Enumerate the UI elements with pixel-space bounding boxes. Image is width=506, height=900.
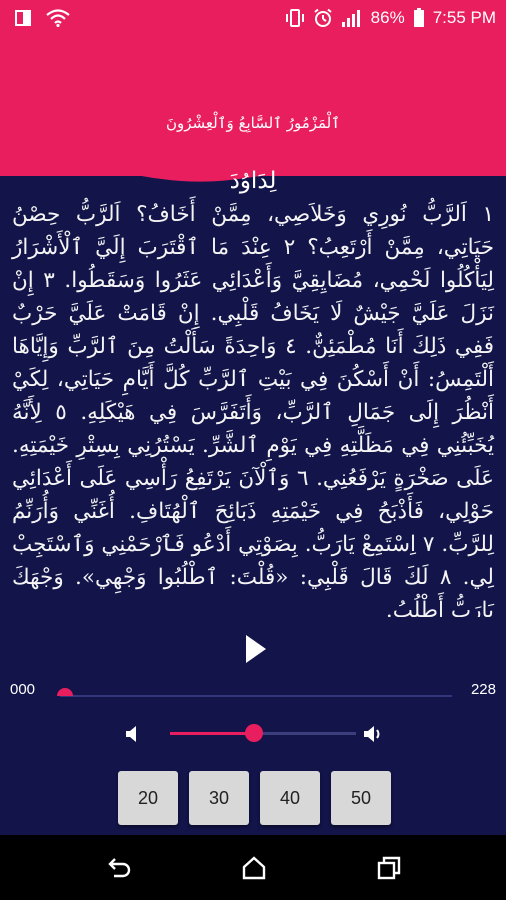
wifi-icon	[46, 9, 70, 27]
home-icon	[242, 856, 266, 880]
current-time: 000	[10, 681, 36, 698]
battery-icon	[413, 8, 425, 28]
seek-bar-track[interactable]	[60, 695, 452, 697]
alarm-icon	[313, 8, 333, 28]
volume-up-button[interactable]	[362, 724, 384, 744]
home-button[interactable]	[241, 855, 267, 881]
recents-button[interactable]	[376, 855, 402, 881]
volume-down-icon	[126, 726, 136, 742]
volume-up-icon	[364, 726, 380, 742]
preset-button-50[interactable]: 50	[331, 771, 391, 825]
volume-slider-fill	[170, 732, 254, 735]
clock: 7:55 PM	[432, 8, 496, 27]
volume-down-button[interactable]	[124, 724, 140, 744]
play-button[interactable]	[240, 633, 270, 665]
volume-slider-thumb[interactable]	[244, 724, 263, 742]
preset-button-40[interactable]: 40	[260, 771, 320, 825]
preset-button-row: 20 30 40 50	[118, 771, 391, 825]
psalm-heading: لِدَاوُدَ	[229, 168, 277, 194]
navigation-bar	[0, 835, 506, 900]
vibrate-icon	[285, 8, 305, 28]
back-button[interactable]	[106, 855, 132, 881]
preset-button-30[interactable]: 30	[189, 771, 249, 825]
total-time: 228	[470, 681, 496, 698]
play-icon	[246, 635, 266, 663]
status-bar: 86% 7:55 PM	[0, 0, 506, 36]
page-title: ٱلْمَزْمُورُ ٱلسَّابِعُ وَٱلْعِشْرُونَ	[165, 114, 341, 132]
sim-card-icon	[14, 9, 32, 27]
psalm-text-panel[interactable]: لِدَاوُدَ ١ اَلرَّبُّ نُورِي وَخَلاَصِي،…	[0, 162, 506, 617]
psalm-body: ١ اَلرَّبُّ نُورِي وَخَلاَصِي، مِمَّنْ أ…	[12, 202, 495, 617]
preset-button-20[interactable]: 20	[118, 771, 178, 825]
signal-icon	[341, 8, 363, 28]
back-icon	[108, 858, 131, 878]
battery-percent: 86%	[370, 8, 405, 27]
recents-icon	[377, 856, 401, 880]
